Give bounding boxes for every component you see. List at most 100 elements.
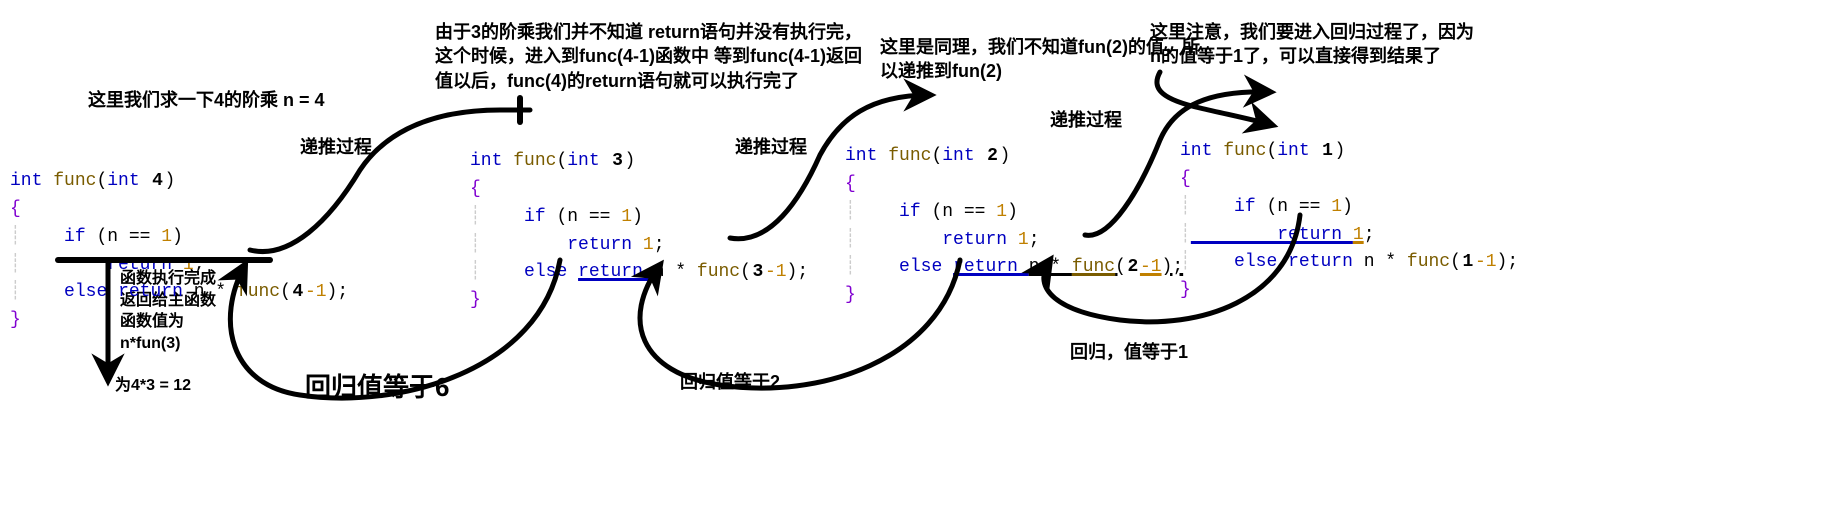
- lit-1: 1: [1353, 225, 1364, 245]
- if-cond-1: 1: [996, 202, 1007, 222]
- fn-call: func: [1072, 257, 1115, 277]
- rbrace: }: [10, 310, 21, 330]
- minus1: -1: [305, 282, 327, 302]
- rbrace: }: [470, 290, 481, 310]
- caption-n4: 这里我们求一下4的阶乘 n = 4: [88, 88, 325, 112]
- if-cond-1: 1: [1331, 197, 1342, 217]
- code-block-func-2: int func(int 2) { ┊ if (n == 1) ┊ return…: [845, 115, 1183, 310]
- code-block-func-4: int func(int 4) { ┊ if (n == 1) ┊ return…: [10, 140, 348, 335]
- paren-open: (: [556, 151, 567, 171]
- call-close: );: [327, 282, 349, 302]
- minus1: -1: [1140, 257, 1162, 277]
- caption-n3: 由于3的阶乘我们并不知道 return语句并没有执行完， 这个时候，进入到fun…: [435, 20, 862, 93]
- kw-else: else: [1191, 252, 1288, 272]
- call-open: (: [1115, 257, 1126, 277]
- kw-return-2: return: [1288, 252, 1364, 272]
- op-star: *: [1050, 257, 1072, 277]
- kw-return-1: return: [21, 255, 183, 275]
- if-cond-1: 1: [161, 227, 172, 247]
- fn-name: func: [888, 146, 931, 166]
- paren-open: (: [1266, 141, 1277, 161]
- paren-close: ): [164, 171, 175, 191]
- paren-open: (: [96, 171, 107, 191]
- param-int: int: [107, 171, 150, 191]
- param-value-1: 1: [1320, 138, 1334, 166]
- code-block-func-3: int func(int 3) { ┊ if (n == 1) ┊ return…: [470, 120, 808, 315]
- paren-close: ): [999, 146, 1010, 166]
- param-value-3: 3: [610, 148, 624, 176]
- caption-n1: 这里注意，我们要进入回归过程了，因为 n的值等于1了，可以直接得到结果了: [1150, 20, 1474, 69]
- fn-name: func: [1223, 141, 1266, 161]
- call-close: );: [1497, 252, 1519, 272]
- fn-name: func: [513, 151, 556, 171]
- kw-else: else: [481, 262, 578, 282]
- param-value-4: 4: [150, 168, 164, 196]
- kw-return-1: return: [481, 235, 643, 255]
- lbrace: {: [10, 199, 21, 219]
- minus1: -1: [765, 262, 787, 282]
- kw-if: if: [21, 227, 97, 247]
- lbrace: {: [470, 179, 481, 199]
- if-cond-1: 1: [621, 207, 632, 227]
- semi-1: ;: [1029, 230, 1040, 250]
- fn-call: func: [697, 262, 740, 282]
- call-open: (: [280, 282, 291, 302]
- if-cond-close: ): [1007, 202, 1018, 222]
- caption-return-2: 回归值等于2: [680, 370, 780, 394]
- lbrace: {: [1180, 169, 1191, 189]
- paren-open: (: [931, 146, 942, 166]
- param-int: int: [1277, 141, 1320, 161]
- rbrace: }: [845, 285, 856, 305]
- kw-return-1: return: [1191, 225, 1353, 245]
- var-n: n: [1364, 252, 1386, 272]
- kw-return-2: return: [118, 282, 194, 302]
- if-cond-close: ): [172, 227, 183, 247]
- kw-int: int: [10, 171, 53, 191]
- op-star: *: [675, 262, 697, 282]
- var-n: n: [654, 262, 676, 282]
- kw-else: else: [856, 257, 953, 277]
- lit-1: 1: [1018, 230, 1029, 250]
- arg-4: 4: [291, 279, 305, 307]
- kw-if: if: [856, 202, 932, 222]
- kw-return-2: return: [578, 262, 654, 282]
- kw-if: if: [1191, 197, 1267, 217]
- lit-1: 1: [183, 255, 194, 275]
- minus1: -1: [1475, 252, 1497, 272]
- if-cond-a: (n ==: [1266, 197, 1331, 217]
- paren-close: ): [624, 151, 635, 171]
- kw-if: if: [481, 207, 557, 227]
- arg-3: 3: [751, 259, 765, 287]
- fn-name: func: [53, 171, 96, 191]
- call-open: (: [1450, 252, 1461, 272]
- param-value-2: 2: [985, 143, 999, 171]
- code-block-func-1: int func(int 1) { ┊ if (n == 1) ┊ return…: [1180, 110, 1518, 305]
- kw-return-1: return: [856, 230, 1018, 250]
- arg-2: 2: [1126, 254, 1140, 282]
- call-open: (: [740, 262, 751, 282]
- kw-else: else: [21, 282, 118, 302]
- kw-int: int: [1180, 141, 1223, 161]
- kw-int: int: [470, 151, 513, 171]
- caption-return-12: 为4*3 = 12: [115, 375, 191, 397]
- param-int: int: [567, 151, 610, 171]
- arg-1: 1: [1461, 249, 1475, 277]
- semi-1: ;: [1364, 225, 1375, 245]
- op-star: *: [215, 282, 237, 302]
- rbrace: }: [1180, 280, 1191, 300]
- var-n: n: [1029, 257, 1051, 277]
- recursion-diagram: { "captions": { "top1": "这里我们求一下4的阶乘 n =…: [0, 0, 1838, 508]
- kw-return-2: return: [953, 257, 1029, 277]
- semi-1: ;: [654, 235, 665, 255]
- if-cond-a: (n ==: [931, 202, 996, 222]
- caption-return-6: 回归值等于6: [305, 370, 449, 405]
- call-close: );: [787, 262, 809, 282]
- fn-call: func: [1407, 252, 1450, 272]
- lbrace: {: [845, 174, 856, 194]
- kw-int: int: [845, 146, 888, 166]
- caption-return-1: 回归，值等于1: [1070, 340, 1188, 364]
- semi-1: ;: [194, 255, 205, 275]
- paren-close: ): [1334, 141, 1345, 161]
- param-int: int: [942, 146, 985, 166]
- op-star: *: [1385, 252, 1407, 272]
